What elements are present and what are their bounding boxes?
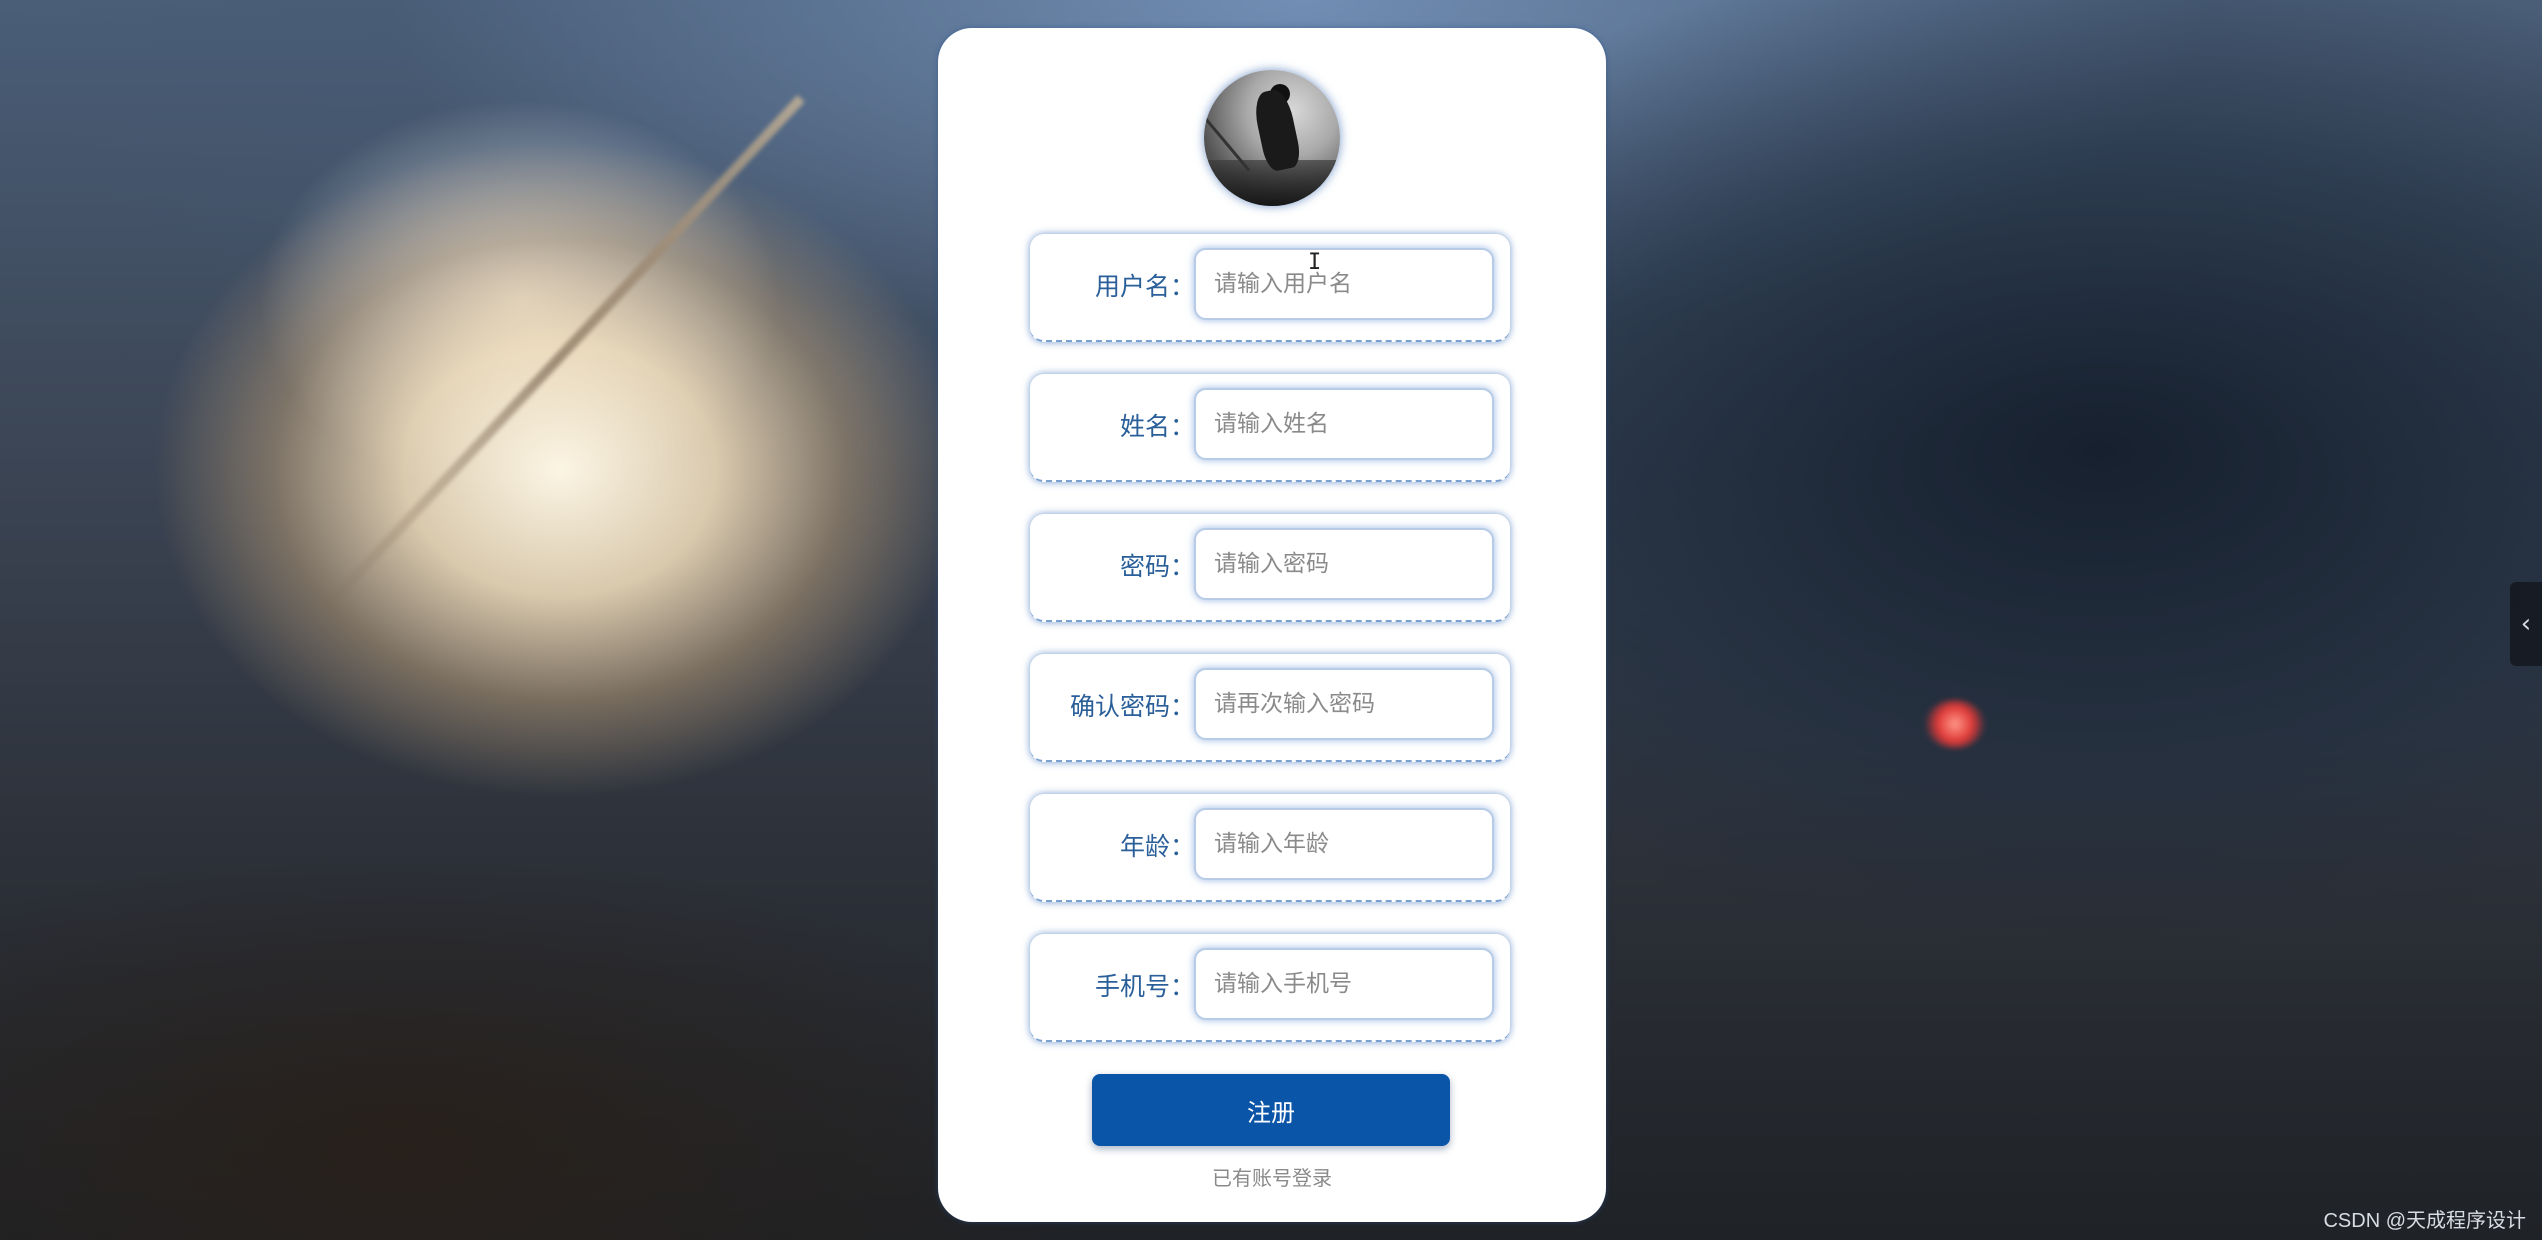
name-input[interactable] <box>1194 388 1494 460</box>
field-row-age: 年龄 ： <box>1030 794 1510 902</box>
field-row-password: 密码 ： <box>1030 514 1510 622</box>
name-label: 姓名 <box>1119 412 1170 441</box>
register-card: 用户名 ： 姓名 ： 密码 ： 确认密码 ： 年龄 ： 手机号 ： 注册 已有账… <box>938 28 1606 1222</box>
username-input[interactable] <box>1194 248 1494 320</box>
avatar <box>1204 70 1340 206</box>
background-red-light <box>1925 700 1985 748</box>
watermark: CSDN @天成程序设计 <box>2323 1210 2526 1232</box>
confirm-password-input[interactable] <box>1194 668 1494 740</box>
register-button[interactable]: 注册 <box>1092 1074 1450 1146</box>
confirm-password-colon: ： <box>1170 692 1196 721</box>
phone-label: 手机号 <box>1094 972 1170 1001</box>
age-label: 年龄 <box>1119 832 1170 861</box>
sidebar-toggle-button[interactable]: ‹ <box>2510 582 2542 666</box>
confirm-password-label: 确认密码 <box>1069 692 1170 721</box>
chevron-left-icon: ‹ <box>2520 609 2532 639</box>
field-row-phone: 手机号 ： <box>1030 934 1510 1042</box>
phone-colon: ： <box>1170 972 1196 1001</box>
phone-input[interactable] <box>1194 948 1494 1020</box>
login-link[interactable]: 已有账号登录 <box>938 1162 1606 1191</box>
field-row-name: 姓名 ： <box>1030 374 1510 482</box>
username-label: 用户名 <box>1094 272 1170 301</box>
password-label: 密码 <box>1119 552 1170 581</box>
age-colon: ： <box>1170 832 1196 861</box>
text-cursor-icon: I <box>1308 250 1322 275</box>
field-row-username: 用户名 ： <box>1030 234 1510 342</box>
password-colon: ： <box>1170 552 1196 581</box>
username-colon: ： <box>1170 272 1196 301</box>
age-input[interactable] <box>1194 808 1494 880</box>
name-colon: ： <box>1170 412 1196 441</box>
field-row-confirm-password: 确认密码 ： <box>1030 654 1510 762</box>
password-input[interactable] <box>1194 528 1494 600</box>
